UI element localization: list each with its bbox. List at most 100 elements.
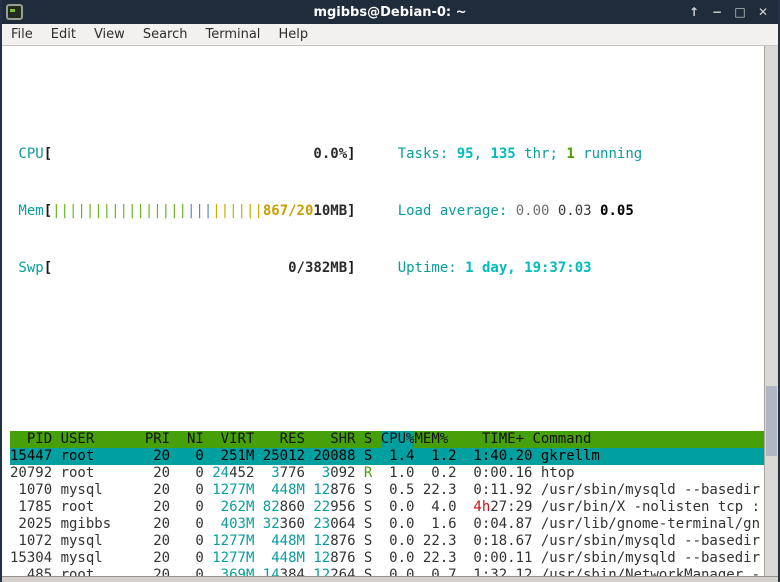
cell-time: 4h27:29: [465, 499, 532, 516]
load-average-line: Load average: 0.00 0.03 0.05: [398, 202, 642, 221]
running-count: 1: [566, 146, 574, 162]
menu-help[interactable]: Help: [269, 25, 317, 44]
uptime-value: 1 day, 19:37:03: [465, 260, 591, 276]
cell-shr: 12876: [313, 550, 355, 567]
column-header-time[interactable]: TIME+: [457, 431, 524, 448]
cell-user: root: [61, 567, 137, 576]
cell-command: htop: [541, 465, 764, 482]
mem-meter-value: 10MB: [313, 202, 347, 221]
process-table: PID USER PRI NI VIRT RES SHR S CPU%MEM% TIME+ Comm…: [10, 431, 764, 576]
threads-count: 135: [490, 146, 515, 162]
menu-search[interactable]: Search: [134, 25, 197, 44]
cell-state: S: [364, 550, 372, 567]
cell-res: 14384: [263, 567, 305, 576]
column-header-pri[interactable]: PRI: [145, 431, 170, 448]
swp-meter-label: Swp: [18, 259, 43, 278]
process-row[interactable]: 15304mysql2001277M448M12876S0.022.30:00.…: [10, 550, 764, 567]
column-header-cpu[interactable]: CPU%: [381, 431, 415, 448]
process-row[interactable]: 1070mysql2001277M448M12876S0.522.30:11.9…: [10, 482, 764, 499]
cell-state: S: [364, 533, 372, 550]
cell-res: 448M: [263, 482, 305, 499]
cell-user: root: [61, 465, 137, 482]
cell-virt: 1277M: [212, 533, 254, 550]
scrollbar[interactable]: [764, 46, 778, 576]
terminal-window: mgibbs@Debian-0: ~ ↑−□✕ FileEditViewSear…: [0, 0, 780, 582]
cell-pid: 15304: [10, 550, 52, 567]
column-header-pid[interactable]: PID: [10, 431, 52, 448]
cell-mem: 22.3: [423, 533, 457, 550]
menu-view[interactable]: View: [85, 25, 134, 44]
cell-res: 3776: [263, 465, 305, 482]
htop-header-area: CPU[0.0%] Mem[|||||||||||||||||||||||||8…: [10, 107, 764, 316]
cell-virt: 262M: [212, 499, 254, 516]
load-5min: 0.03: [558, 203, 600, 219]
cell-user: mysql: [61, 533, 137, 550]
cell-res: 32360: [263, 516, 305, 533]
cell-cpu: 0.0: [381, 567, 415, 576]
column-header-state[interactable]: S: [364, 431, 372, 448]
process-row[interactable]: 1785root200262M8286022956S0.04.04h27:29/…: [10, 499, 764, 516]
process-row[interactable]: 20792root2002445237763092R1.00.20:00.16h…: [10, 465, 764, 482]
cell-shr: 12876: [313, 482, 355, 499]
window-resize-edge[interactable]: [2, 576, 778, 582]
cell-pri: 20: [145, 448, 170, 465]
cpu-meter-bar: 0.0%: [52, 145, 347, 164]
menu-file[interactable]: File: [2, 25, 42, 44]
column-header-res[interactable]: RES: [263, 431, 305, 448]
cell-shr: 12264: [313, 567, 355, 576]
close-button[interactable]: ✕: [756, 5, 770, 19]
stats-column: Tasks: 95, 135 thr; 1 running Load avera…: [398, 107, 642, 316]
cpu-meter-label: CPU: [18, 145, 43, 164]
cell-pid: 1070: [10, 482, 52, 499]
cell-cpu: 1.0: [381, 465, 415, 482]
title-bar: mgibbs@Debian-0: ~ ↑−□✕: [2, 0, 778, 24]
cell-ni: 0: [179, 482, 204, 499]
cell-command: /usr/bin/X -nolisten tcp :: [541, 499, 764, 516]
minimize-button[interactable]: −: [710, 5, 724, 19]
column-header-virt[interactable]: VIRT: [212, 431, 254, 448]
column-header-user[interactable]: USER: [61, 431, 137, 448]
htop-screen: CPU[0.0%] Mem[|||||||||||||||||||||||||8…: [2, 46, 764, 576]
cell-virt: 251M: [212, 448, 254, 465]
cell-mem: 22.3: [423, 482, 457, 499]
cell-ni: 0: [179, 533, 204, 550]
process-row[interactable]: 485root200369M1438412264S0.00.71:32.12/u…: [10, 567, 764, 576]
window-controls: ↑−□ ✕: [687, 5, 778, 19]
cell-pri: 20: [145, 499, 170, 516]
process-row[interactable]: 1072mysql2001277M448M12876S0.022.30:18.6…: [10, 533, 764, 550]
cell-virt: 1277M: [212, 550, 254, 567]
cell-pid: 485: [10, 567, 52, 576]
process-row[interactable]: 2025mgibbs200403M3236023064S0.01.60:04.8…: [10, 516, 764, 533]
cell-ni: 0: [179, 550, 204, 567]
cell-shr: 20088: [313, 448, 355, 465]
menu-terminal[interactable]: Terminal: [196, 25, 269, 44]
terminal-app-icon: [6, 4, 23, 20]
scrollbar-thumb[interactable]: [766, 386, 777, 456]
menu-bar: FileEditViewSearchTerminalHelp: [2, 24, 778, 46]
column-header-ni[interactable]: NI: [179, 431, 204, 448]
mem-meter-value-highlight: 867/20: [263, 202, 314, 221]
column-header-shr[interactable]: SHR: [313, 431, 355, 448]
cell-mem: 0.7: [423, 567, 457, 576]
mem-meter-label: Mem: [18, 202, 43, 221]
cell-pid: 15447: [10, 448, 52, 465]
maximize-button[interactable]: □: [733, 5, 747, 19]
cell-time: 0:00.16: [465, 465, 532, 482]
cell-mem: 1.6: [423, 516, 457, 533]
column-header-command[interactable]: Command: [532, 431, 764, 448]
process-row[interactable]: 15447root200251M2501220088S1.41.21:40.20…: [10, 448, 764, 465]
cell-pri: 20: [145, 516, 170, 533]
cell-mem: 0.2: [423, 465, 457, 482]
column-header-mem[interactable]: MEM%: [414, 431, 448, 448]
shade-button[interactable]: ↑: [687, 5, 701, 19]
cell-command: /usr/lib/gnome-terminal/gn: [541, 516, 764, 533]
tasks-line: Tasks: 95, 135 thr; 1 running: [398, 145, 642, 164]
cell-cpu: 1.4: [381, 448, 415, 465]
uptime-line: Uptime: 1 day, 19:37:03: [398, 259, 642, 278]
cell-state: S: [364, 482, 372, 499]
cell-ni: 0: [179, 516, 204, 533]
cell-pid: 20792: [10, 465, 52, 482]
cell-res: 82860: [263, 499, 305, 516]
menu-edit[interactable]: Edit: [42, 25, 85, 44]
cell-time: 1:40.20: [465, 448, 532, 465]
